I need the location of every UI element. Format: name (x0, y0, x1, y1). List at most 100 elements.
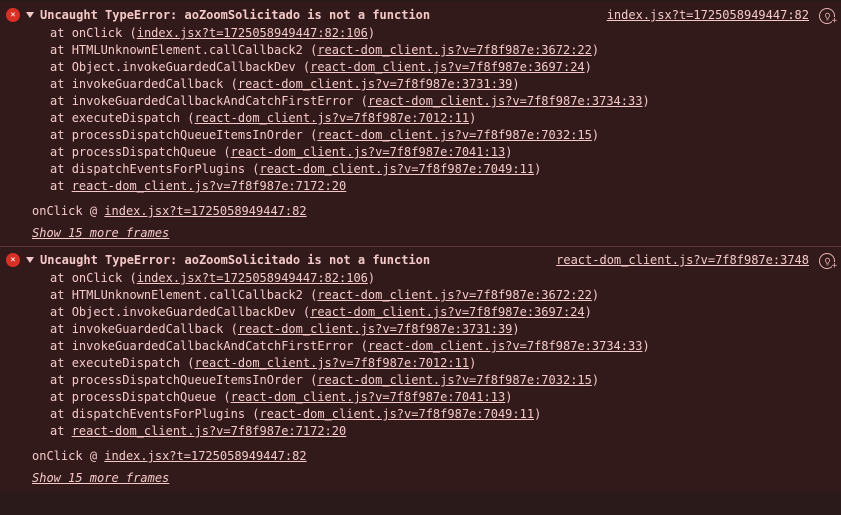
paren-open: ( (303, 43, 317, 57)
frame-at-prefix: at (50, 271, 72, 285)
frame-function: invokeGuardedCallbackAndCatchFirstError (72, 339, 354, 353)
frame-location-link[interactable]: react-dom_client.js?v=7f8f987e:3672:22 (317, 288, 592, 302)
frame-at-prefix: at (50, 179, 72, 193)
lightbulb-icon[interactable] (819, 253, 835, 269)
error-icon (6, 8, 20, 22)
frame-at-prefix: at (50, 373, 72, 387)
frame-at-prefix: at (50, 26, 72, 40)
paren-open: ( (180, 111, 194, 125)
stack-frame: at invokeGuardedCallback (react-dom_clie… (50, 76, 835, 93)
paren-close: ) (642, 339, 649, 353)
frame-function: invokeGuardedCallbackAndCatchFirstError (72, 94, 354, 108)
console-error: Uncaught TypeError: aoZoomSolicitado is … (0, 2, 841, 246)
frame-location-link[interactable]: react-dom_client.js?v=7f8f987e:3731:39 (238, 322, 513, 336)
frame-location-link[interactable]: react-dom_client.js?v=7f8f987e:7041:13 (231, 145, 506, 159)
paren-open: ( (296, 305, 310, 319)
paren-open: ( (122, 271, 136, 285)
stack-frame: at dispatchEventsForPlugins (react-dom_c… (50, 161, 835, 178)
disclosure-triangle-icon[interactable] (26, 12, 34, 18)
paren-open: ( (216, 145, 230, 159)
stack-frame: at Object.invokeGuardedCallbackDev (reac… (50, 59, 835, 76)
frame-location-link[interactable]: react-dom_client.js?v=7f8f987e:3734:33 (368, 94, 643, 108)
stack-frame: at processDispatchQueue (react-dom_clien… (50, 389, 835, 406)
frame-location-link[interactable]: index.jsx?t=1725058949447:82:106 (137, 271, 368, 285)
frame-location-link[interactable]: react-dom_client.js?v=7f8f987e:3697:24 (310, 60, 585, 74)
source-location-link[interactable]: index.jsx?t=1725058949447:82 (607, 6, 809, 22)
origin-location-link[interactable]: index.jsx?t=1725058949447:82 (104, 204, 306, 218)
stack-frame: at Object.invokeGuardedCallbackDev (reac… (50, 304, 835, 321)
frame-location-link[interactable]: react-dom_client.js?v=7f8f987e:7041:13 (231, 390, 506, 404)
disclosure-triangle-icon[interactable] (26, 257, 34, 263)
stack-frame: at processDispatchQueueItemsInOrder (rea… (50, 372, 835, 389)
frame-at-prefix: at (50, 128, 72, 142)
paren-close: ) (585, 60, 592, 74)
paren-close: ) (534, 407, 541, 421)
frame-at-prefix: at (50, 339, 72, 353)
source-location-link[interactable]: react-dom_client.js?v=7f8f987e:3748 (556, 251, 809, 267)
paren-open: ( (245, 407, 259, 421)
paren-close: ) (534, 162, 541, 176)
paren-close: ) (469, 356, 476, 370)
frame-at-prefix: at (50, 356, 72, 370)
frame-function: invokeGuardedCallback (72, 322, 224, 336)
paren-close: ) (585, 305, 592, 319)
origin-location-link[interactable]: index.jsx?t=1725058949447:82 (104, 449, 306, 463)
stack-frame: at onClick (index.jsx?t=1725058949447:82… (50, 25, 835, 42)
paren-close: ) (592, 373, 599, 387)
lightbulb-icon[interactable] (819, 8, 835, 24)
console-error: Uncaught TypeError: aoZoomSolicitado is … (0, 246, 841, 491)
frame-location-link[interactable]: react-dom_client.js?v=7f8f987e:7049:11 (260, 162, 535, 176)
frame-location-link[interactable]: react-dom_client.js?v=7f8f987e:3697:24 (310, 305, 585, 319)
stack-frame: at processDispatchQueue (react-dom_clien… (50, 144, 835, 161)
stack-frame: at HTMLUnknownElement.callCallback2 (rea… (50, 287, 835, 304)
paren-open: ( (303, 288, 317, 302)
paren-close: ) (592, 288, 599, 302)
origin-at-symbol: @ (90, 449, 97, 463)
frame-location-link[interactable]: react-dom_client.js?v=7f8f987e:7032:15 (317, 128, 592, 142)
frame-at-prefix: at (50, 162, 72, 176)
frame-location-link[interactable]: react-dom_client.js?v=7f8f987e:7049:11 (260, 407, 535, 421)
frame-location-link[interactable]: react-dom_client.js?v=7f8f987e:3672:22 (317, 43, 592, 57)
frame-function: onClick (72, 271, 123, 285)
frame-location-link[interactable]: react-dom_client.js?v=7f8f987e:7012:11 (195, 111, 470, 125)
frame-function: processDispatchQueue (72, 145, 217, 159)
show-more-frames-link[interactable]: Show 15 more frames (32, 471, 835, 485)
frame-location-link[interactable]: react-dom_client.js?v=7f8f987e:7032:15 (317, 373, 592, 387)
paren-close: ) (469, 111, 476, 125)
stack-frame: at onClick (index.jsx?t=1725058949447:82… (50, 270, 835, 287)
frame-at-prefix: at (50, 322, 72, 336)
paren-close: ) (368, 271, 375, 285)
frame-location-link[interactable]: react-dom_client.js?v=7f8f987e:3734:33 (368, 339, 643, 353)
frame-function: Object.invokeGuardedCallbackDev (72, 305, 296, 319)
frame-at-prefix: at (50, 390, 72, 404)
error-message: Uncaught TypeError: aoZoomSolicitado is … (40, 6, 589, 22)
frame-at-prefix: at (50, 77, 72, 91)
stack-frame: at invokeGuardedCallback (react-dom_clie… (50, 321, 835, 338)
frame-function: executeDispatch (72, 111, 180, 125)
stack-frame: at HTMLUnknownElement.callCallback2 (rea… (50, 42, 835, 59)
paren-close: ) (512, 77, 519, 91)
paren-close: ) (505, 145, 512, 159)
frame-location-link[interactable]: react-dom_client.js?v=7f8f987e:7172:20 (72, 424, 347, 438)
frame-location-link[interactable]: index.jsx?t=1725058949447:82:106 (137, 26, 368, 40)
frame-function: processDispatchQueueItemsInOrder (72, 128, 303, 142)
frame-at-prefix: at (50, 43, 72, 57)
origin-function: onClick (32, 449, 83, 463)
frame-location-link[interactable]: react-dom_client.js?v=7f8f987e:7172:20 (72, 179, 347, 193)
paren-close: ) (368, 26, 375, 40)
frame-location-link[interactable]: react-dom_client.js?v=7f8f987e:3731:39 (238, 77, 513, 91)
paren-open: ( (223, 322, 237, 336)
error-icon (6, 253, 20, 267)
show-more-frames-link[interactable]: Show 15 more frames (32, 226, 835, 240)
stack-frame: at executeDispatch (react-dom_client.js?… (50, 355, 835, 372)
paren-open: ( (245, 162, 259, 176)
frame-at-prefix: at (50, 94, 72, 108)
origin-function: onClick (32, 204, 83, 218)
frame-function: dispatchEventsForPlugins (72, 162, 245, 176)
frame-at-prefix: at (50, 407, 72, 421)
paren-close: ) (642, 94, 649, 108)
frame-function: onClick (72, 26, 123, 40)
frame-location-link[interactable]: react-dom_client.js?v=7f8f987e:7012:11 (195, 356, 470, 370)
error-header: Uncaught TypeError: aoZoomSolicitado is … (6, 251, 835, 269)
frame-function: HTMLUnknownElement.callCallback2 (72, 43, 303, 57)
